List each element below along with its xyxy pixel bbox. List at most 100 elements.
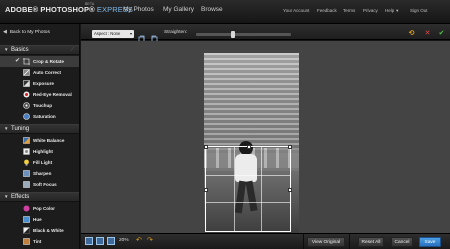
rotate-right-icon[interactable] [150,30,158,43]
fit-screen-icon[interactable] [85,237,93,245]
tool-sharpen[interactable]: Sharpen [0,168,79,179]
section-title: Basics [11,47,29,53]
tool-label: Black & White [33,228,64,233]
back-label: Back to My Photos [9,29,50,35]
pop-color-icon [23,205,30,212]
tool-exposure[interactable]: Exposure [0,78,79,89]
crop-toolbar: Aspect : None ▾ Straighten: ⟲ ✕ ✔ [81,24,450,43]
tool-white-balance[interactable]: White Balance [0,135,79,146]
black-white-icon [23,227,30,234]
sharpen-icon [23,170,30,177]
section-effects[interactable]: ▼ Effects [0,192,79,202]
photoshop-express-editor: ADOBE® PHOTOSHOP® EXPRESS BETA My Photos… [0,0,450,249]
soft-focus-icon [23,181,30,188]
redo-icon[interactable]: ↷ [147,237,153,245]
nav-my-gallery[interactable]: My Gallery [163,6,194,13]
crop-box[interactable] [204,145,292,232]
exposure-icon [23,80,30,87]
view-original-button[interactable]: View Original [307,237,345,247]
tool-hue[interactable]: Hue [0,214,79,225]
section-title: Effects [11,194,30,200]
reset-icon[interactable]: ⟲ [407,29,416,38]
tool-label: Exposure [33,81,54,86]
image-canvas[interactable] [81,41,450,233]
tool-tint[interactable]: Tint [0,236,79,247]
logo-beta: BETA [85,2,95,6]
section-basics[interactable]: ▼ Basics ⟋ [0,45,79,55]
saturation-icon [23,113,30,120]
tool-label: Red-Eye Removal [33,92,72,97]
pin-icon[interactable]: ⟋ [70,47,74,53]
red-eye-icon [23,91,30,98]
hue-icon [23,216,30,223]
crop-handle-top-left[interactable] [204,145,208,149]
nav-browse[interactable]: Browse [201,6,223,13]
chevron-down-icon: ▾ [129,31,132,36]
tool-label: Pop Color [33,206,55,211]
tool-crop-rotate[interactable]: ✔ Crop & Rotate [0,56,79,67]
tool-label: Saturation [33,114,56,119]
link-feedback[interactable]: Feedback [317,8,337,13]
straighten-label: Straighten: [164,30,188,35]
tool-fill-light[interactable]: Fill Light [0,157,79,168]
link-sign-out[interactable]: Sign Out [410,8,428,13]
top-bar: ADOBE® PHOTOSHOP® EXPRESS BETA My Photos… [0,0,450,24]
crop-handle-right[interactable] [288,188,292,192]
touchup-icon [23,102,30,109]
zoom-in-icon[interactable] [107,237,115,245]
help-label: Help [385,8,395,13]
tool-auto-correct[interactable]: Auto Correct [0,67,79,78]
triangle-down-icon: ▼ [4,126,9,131]
auto-correct-icon [23,69,30,76]
logo-text: ADOBE® PHOTOSHOP® [5,5,95,14]
link-privacy[interactable]: Privacy [363,8,378,13]
zoom-out-icon[interactable] [96,237,104,245]
white-balance-icon [23,137,30,144]
tool-red-eye-removal[interactable]: Red-Eye Removal [0,89,79,100]
triangle-down-icon: ▼ [4,47,9,52]
crop-handle-left[interactable] [204,188,208,192]
arrow-left-icon: ◀ [3,29,7,35]
tool-label: Touchup [33,103,53,108]
reset-all-button[interactable]: Reset All [358,237,384,247]
back-to-my-photos-button[interactable]: ◀ Back to My Photos [3,27,77,37]
aspect-select[interactable]: Aspect : None ▾ [92,30,134,38]
link-terms[interactable]: Terms [343,8,355,13]
check-icon: ✔ [15,58,21,64]
confirm-icon[interactable]: ✔ [437,29,446,38]
nav-my-photos[interactable]: My Photos [123,6,154,13]
link-help[interactable]: Help▼ [385,8,399,13]
tool-pop-color[interactable]: Pop Color [0,203,79,214]
link-your-account[interactable]: Your Account [283,8,309,13]
crop-handle-top[interactable] [247,145,251,149]
tool-label: Auto Correct [33,70,62,75]
tool-label: Fill Light [33,160,53,165]
cancel-button[interactable]: Cancel [391,237,413,247]
tool-label: Hue [33,217,42,222]
section-title: Tuning [11,126,30,132]
straighten-slider[interactable] [196,31,291,38]
tool-label: Crop & Rotate [33,59,64,64]
save-button[interactable]: Save [419,237,441,247]
crop-handle-top-right[interactable] [288,145,292,149]
tool-black-white[interactable]: Black & White [0,225,79,236]
aspect-value: Aspect : None [94,31,121,36]
tool-label: Sharpen [33,171,52,176]
straighten-slider-handle[interactable] [231,31,235,38]
undo-icon[interactable]: ↶ [136,237,142,245]
app-logo[interactable]: ADOBE® PHOTOSHOP® EXPRESS BETA [5,2,133,14]
tool-highlight[interactable]: Highlight [0,146,79,157]
sidebar: ◀ Back to My Photos ▼ Basics ⟋ ✔ Crop & … [0,24,80,249]
rotate-left-icon[interactable] [138,30,146,43]
tool-touchup[interactable]: Touchup [0,100,79,111]
tool-soft-focus[interactable]: Soft Focus [0,179,79,190]
tool-label: Highlight [33,149,53,154]
chevron-down-icon: ▼ [395,8,400,13]
section-tuning[interactable]: ▼ Tuning [0,124,79,134]
crop-icon [23,58,30,65]
tool-saturation[interactable]: Saturation [0,111,79,122]
highlight-icon [23,148,30,155]
cancel-icon[interactable]: ✕ [423,29,432,38]
fill-light-icon [23,159,30,166]
zoom-level: 20% [119,238,129,243]
